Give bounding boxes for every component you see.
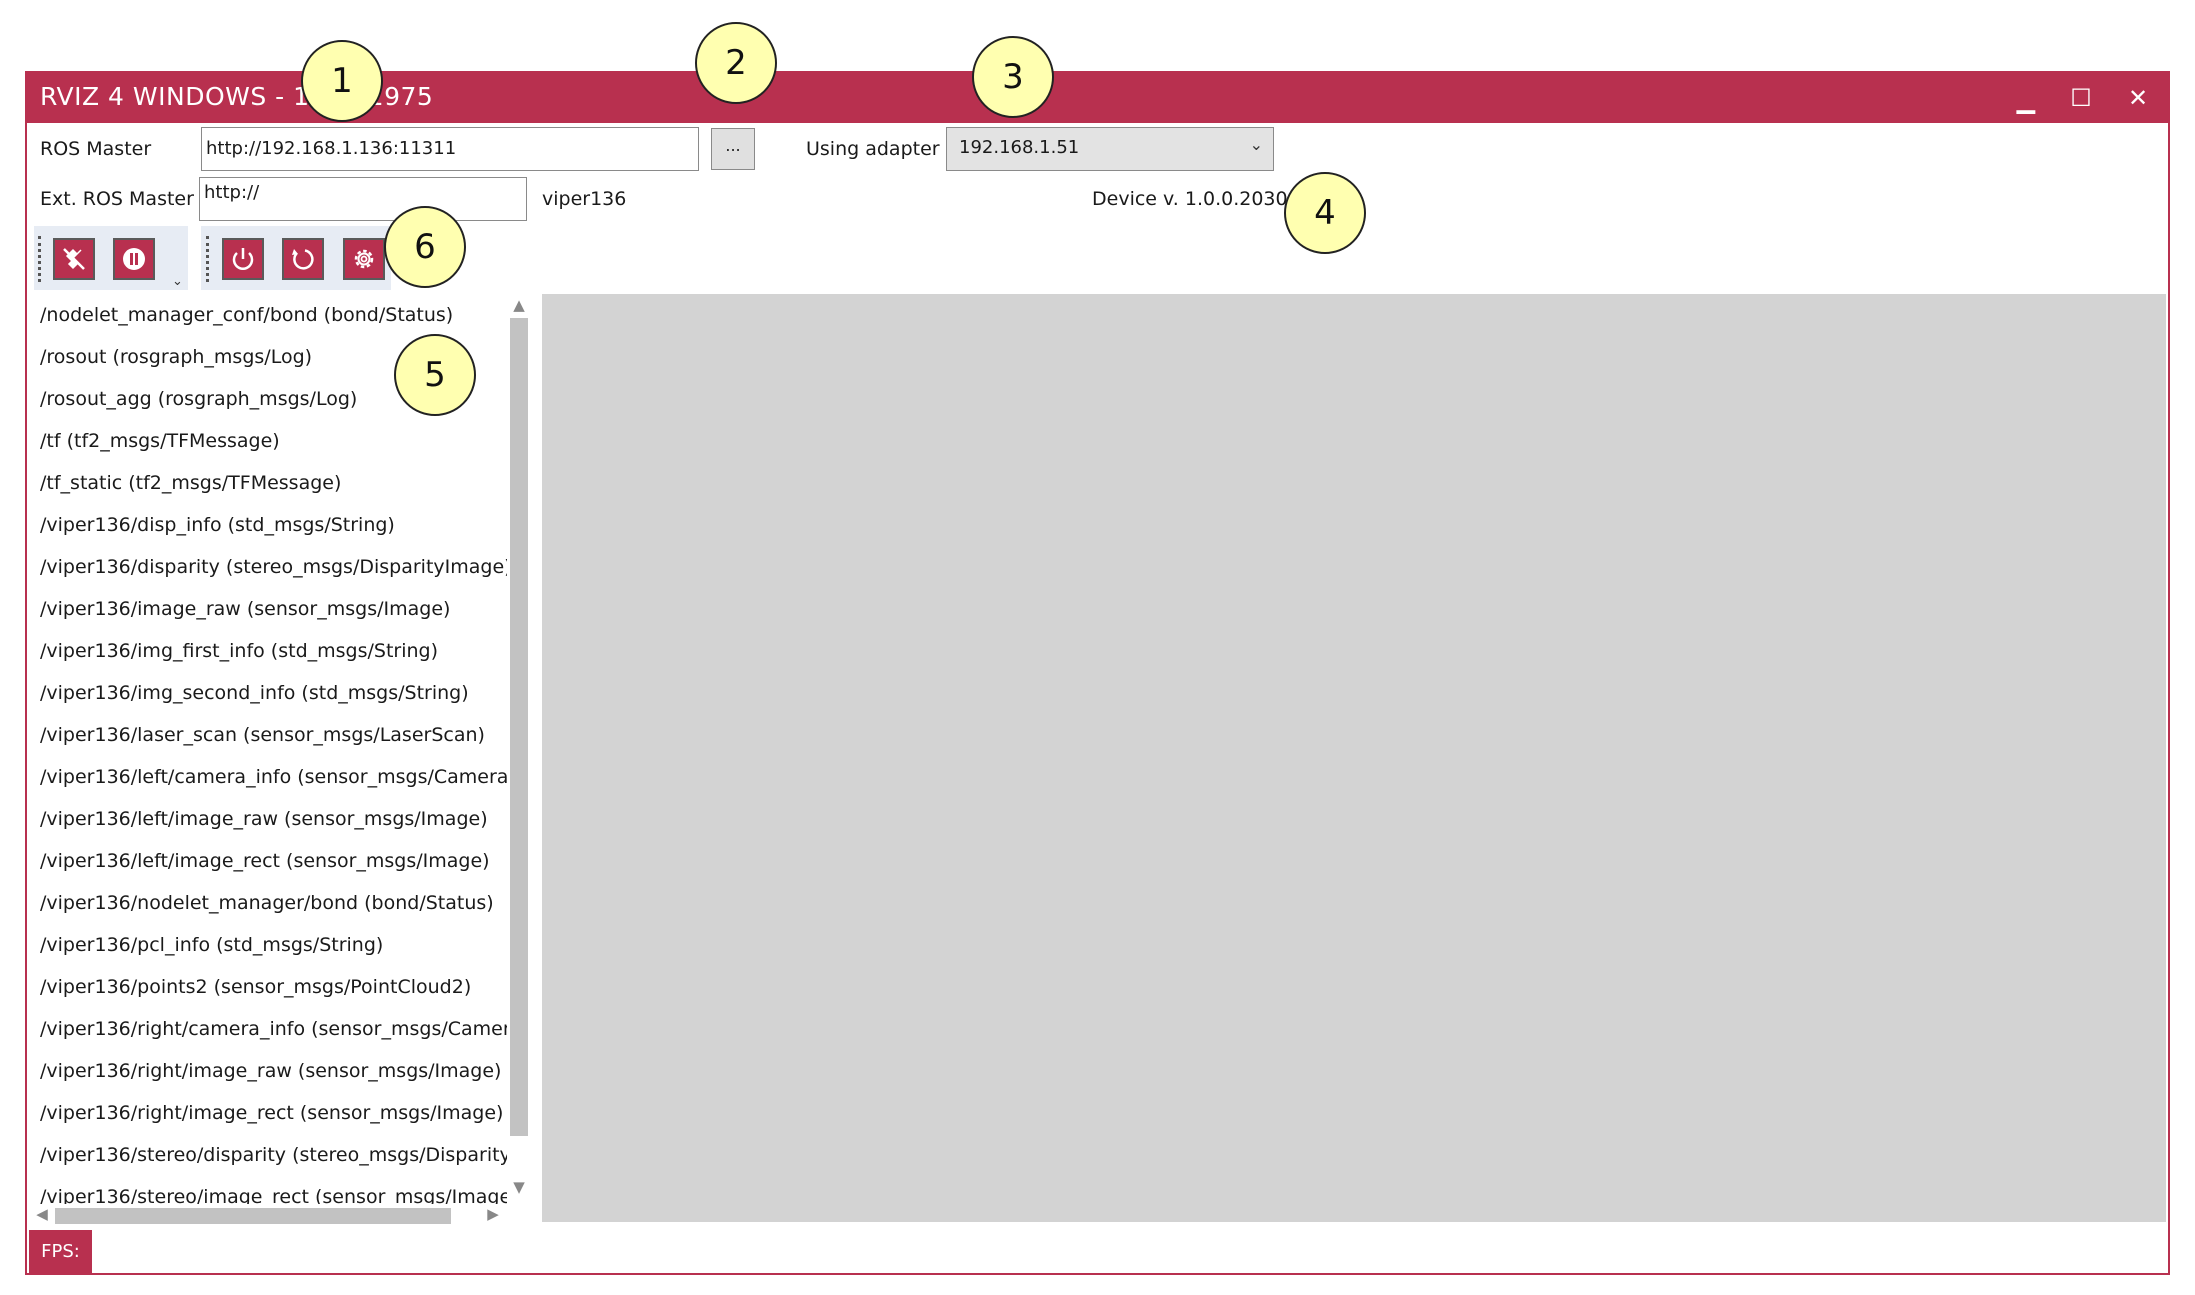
browse-button[interactable]: ... (711, 128, 755, 170)
topic-list-item[interactable]: /viper136/nodelet_manager/bond (bond/Sta… (40, 882, 507, 924)
adapter-select[interactable]: 192.168.1.51 ⌄ (946, 127, 1274, 171)
topic-list-item[interactable]: /nodelet_manager_conf/bond (bond/Status) (40, 294, 507, 336)
ext-ros-master-input[interactable]: http:// (199, 177, 527, 221)
topic-list-item[interactable]: /viper136/stereo/disparity (stereo_msgs/… (40, 1134, 507, 1176)
disconnect-icon (63, 248, 85, 270)
toolbar-grip[interactable] (206, 236, 213, 282)
render-viewport[interactable] (542, 294, 2166, 1222)
topic-list-item[interactable]: /viper136/left/image_rect (sensor_msgs/I… (40, 840, 507, 882)
settings-button[interactable] (343, 238, 385, 280)
scroll-right-icon[interactable]: ▶ (484, 1205, 502, 1227)
power-button[interactable] (222, 238, 264, 280)
topic-list-item[interactable]: /tf_static (tf2_msgs/TFMessage) (40, 462, 507, 504)
toolbar-grip[interactable] (38, 236, 45, 282)
disconnect-button[interactable] (53, 238, 95, 280)
topic-list-item[interactable]: /viper136/right/image_rect (sensor_msgs/… (40, 1092, 507, 1134)
callout-2: 2 (695, 22, 777, 104)
pause-button[interactable] (113, 238, 155, 280)
topic-list-item[interactable]: /viper136/disp_info (std_msgs/String) (40, 504, 507, 546)
topic-list-item[interactable]: /viper136/left/image_raw (sensor_msgs/Im… (40, 798, 507, 840)
ros-master-input[interactable]: http://192.168.1.136:11311 (201, 127, 699, 171)
scroll-up-icon[interactable]: ▲ (507, 296, 531, 314)
ext-ros-master-label: Ext. ROS Master (40, 188, 194, 210)
topic-list-item[interactable]: /viper136/points2 (sensor_msgs/PointClou… (40, 966, 507, 1008)
refresh-icon (292, 249, 314, 270)
topic-list-item[interactable]: /viper136/img_second_info (std_msgs/Stri… (40, 672, 507, 714)
refresh-button[interactable] (282, 238, 324, 280)
callout-3: 3 (972, 36, 1054, 118)
topic-list-item[interactable]: /viper136/laser_scan (sensor_msgs/LaserS… (40, 714, 507, 756)
topic-list-item[interactable]: /viper136/pcl_info (std_msgs/String) (40, 924, 507, 966)
vertical-scroll-thumb[interactable] (510, 318, 528, 1136)
horizontal-scroll-thumb[interactable] (55, 1208, 451, 1224)
topic-list-item[interactable]: /viper136/disparity (stereo_msgs/Dispari… (40, 546, 507, 588)
callout-4: 4 (1284, 172, 1366, 254)
topic-list-item[interactable]: /viper136/img_first_info (std_msgs/Strin… (40, 630, 507, 672)
minimize-button[interactable]: ▁ (2006, 86, 2046, 114)
scroll-left-icon[interactable]: ◀ (33, 1205, 51, 1227)
topic-list-item[interactable]: /viper136/left/camera_info (sensor_msgs/… (40, 756, 507, 798)
topic-list[interactable]: /nodelet_manager_conf/bond (bond/Status)… (40, 294, 507, 1204)
overflow-chevron-icon[interactable]: ⌄ (172, 274, 183, 289)
fps-indicator: FPS: (29, 1230, 92, 1274)
topic-list-item[interactable]: /viper136/right/camera_info (sensor_msgs… (40, 1008, 507, 1050)
topic-list-item[interactable]: /tf (tf2_msgs/TFMessage) (40, 420, 507, 462)
device-version: Device v. 1.0.0.2030 (1092, 188, 1288, 210)
callout-6: 6 (384, 206, 466, 288)
callout-5: 5 (394, 334, 476, 416)
callout-1: 1 (301, 40, 383, 122)
maximize-button[interactable]: ☐ (2061, 84, 2101, 112)
topic-list-item[interactable]: /viper136/right/image_raw (sensor_msgs/I… (40, 1050, 507, 1092)
scroll-down-icon[interactable]: ▼ (507, 1178, 531, 1196)
topic-list-item[interactable]: /viper136/stereo/image_rect (sensor_msgs… (40, 1176, 507, 1204)
power-icon (232, 248, 254, 270)
device-name: viper136 (542, 188, 627, 210)
close-button[interactable]: ✕ (2118, 84, 2158, 112)
chevron-down-icon: ⌄ (1249, 135, 1263, 154)
topic-list-item[interactable]: /viper136/image_raw (sensor_msgs/Image) (40, 588, 507, 630)
ros-master-label: ROS Master (40, 138, 152, 160)
pause-icon (123, 248, 145, 270)
adapter-select-value: 192.168.1.51 (959, 137, 1080, 158)
gear-icon (354, 249, 374, 269)
adapter-label: Using adapter (806, 138, 940, 160)
